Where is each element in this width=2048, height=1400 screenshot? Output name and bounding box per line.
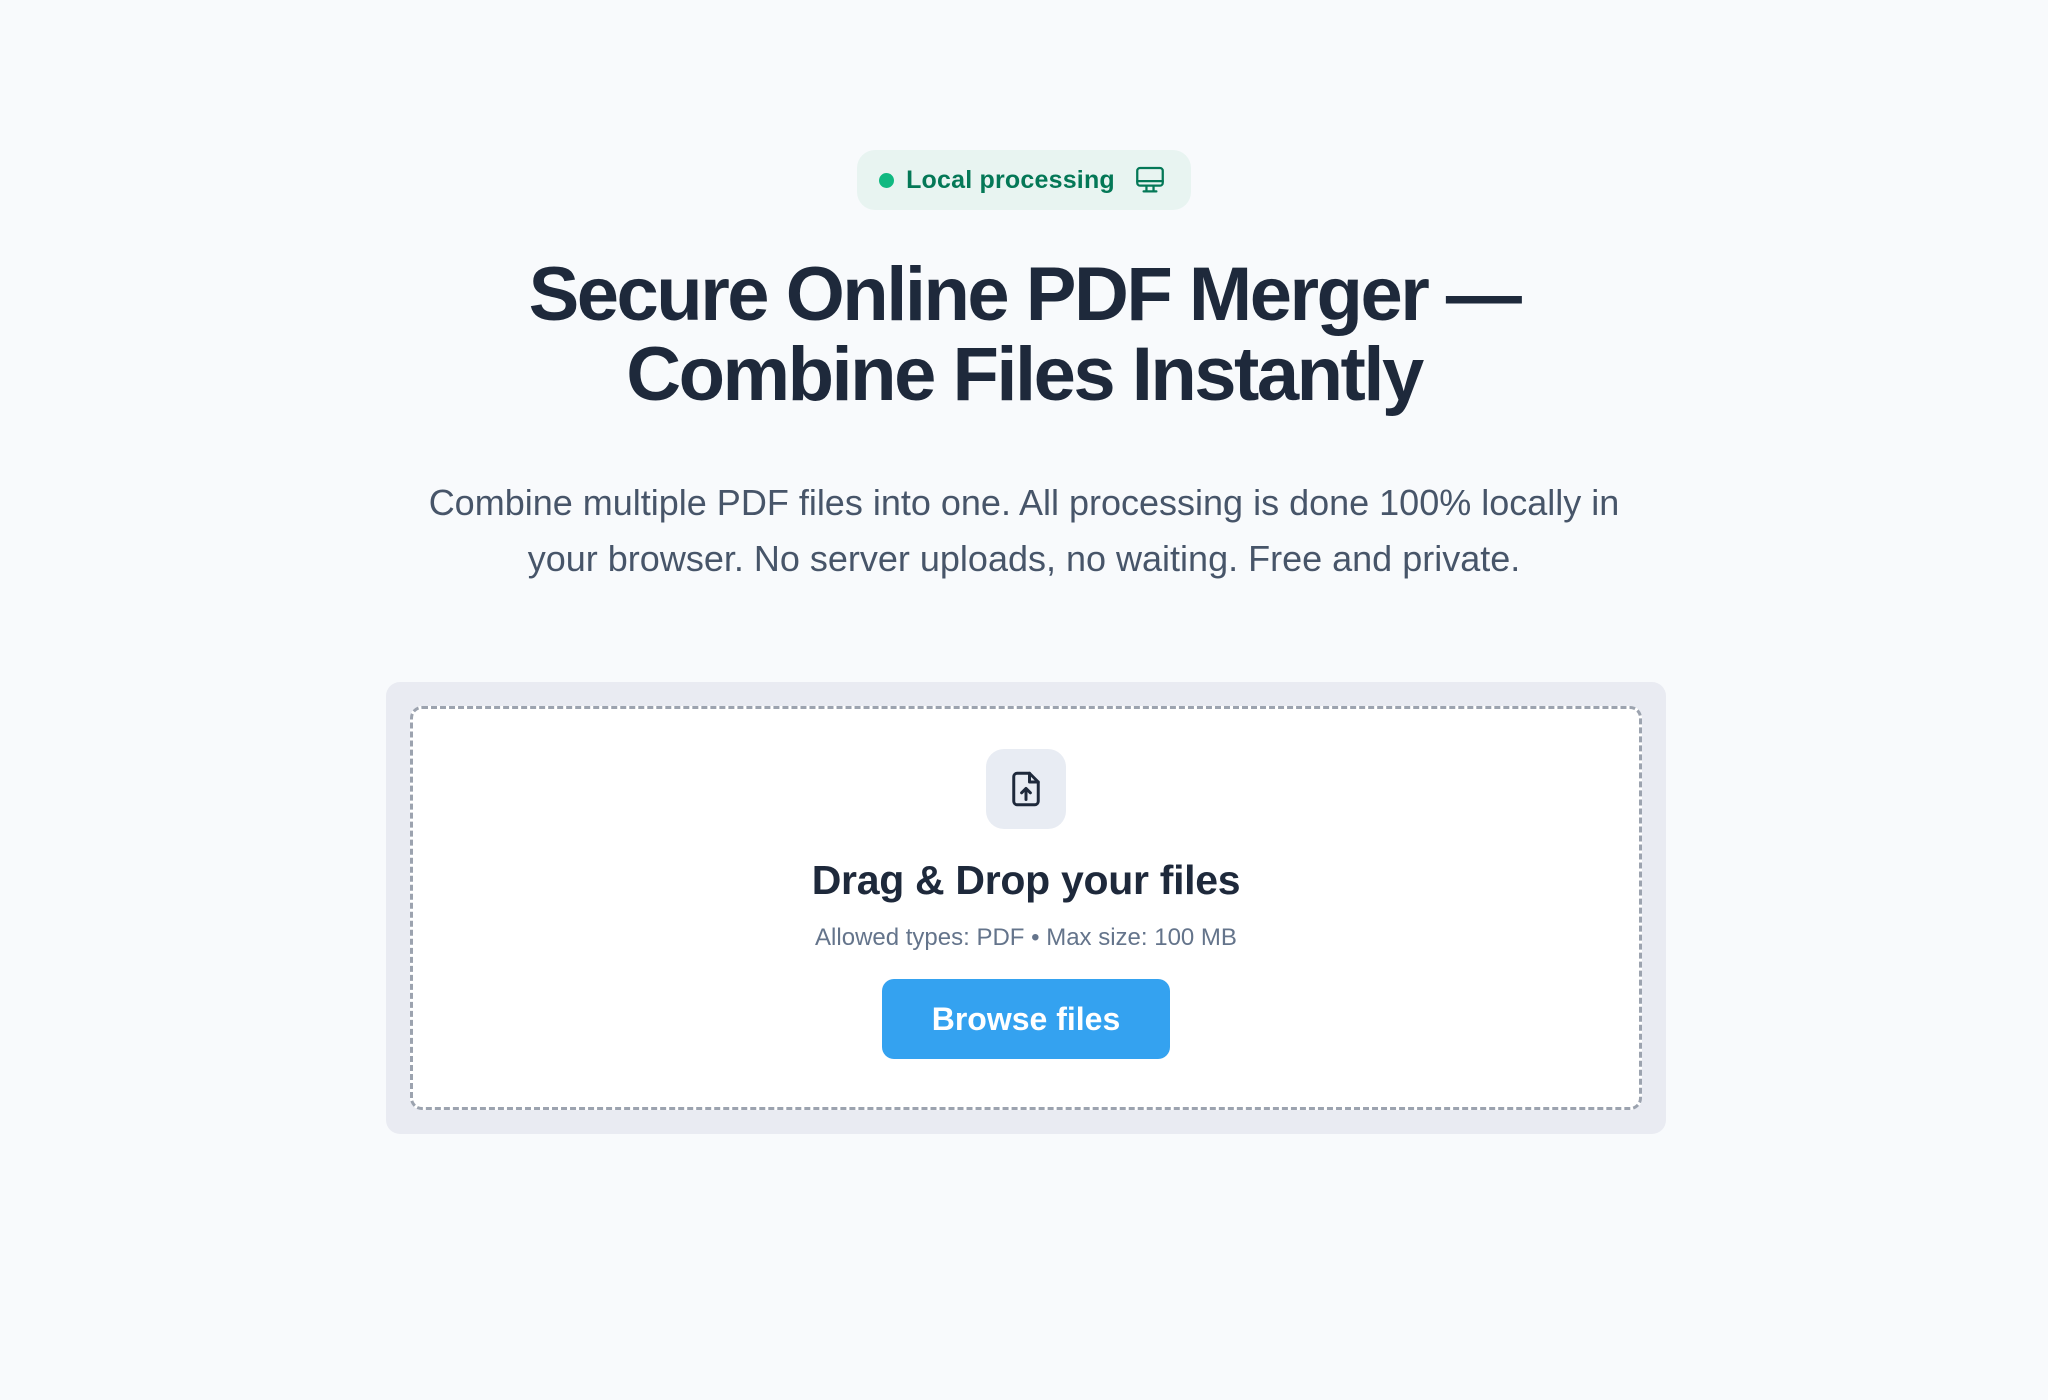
allowed-types-hint: Allowed types: PDF • Max size: 100 MB <box>815 924 1237 951</box>
dropzone[interactable]: Drag & Drop your files Allowed types: PD… <box>410 706 1642 1110</box>
page-title: Secure Online PDF Merger — Combine Files… <box>528 252 1522 417</box>
status-dot <box>879 172 895 188</box>
upload-panel: Drag & Drop your files Allowed types: PD… <box>386 682 1666 1134</box>
page-subtitle: Combine multiple PDF files into one. All… <box>428 482 1620 579</box>
page-title-line-2: Combine Files Instantly <box>626 332 1424 417</box>
monitor-icon <box>1133 163 1167 197</box>
page-title-line-1: Secure Online PDF Merger — <box>528 252 1522 337</box>
dropzone-title: Drag & Drop your files <box>811 857 1241 903</box>
file-upload-icon <box>986 749 1066 829</box>
hero-section: Local processing Secure Online PDF Merge… <box>0 0 2048 587</box>
browse-files-button[interactable]: Browse files <box>882 979 1170 1059</box>
badge-label: Local processing <box>906 165 1115 194</box>
local-processing-badge: Local processing <box>857 150 1191 210</box>
